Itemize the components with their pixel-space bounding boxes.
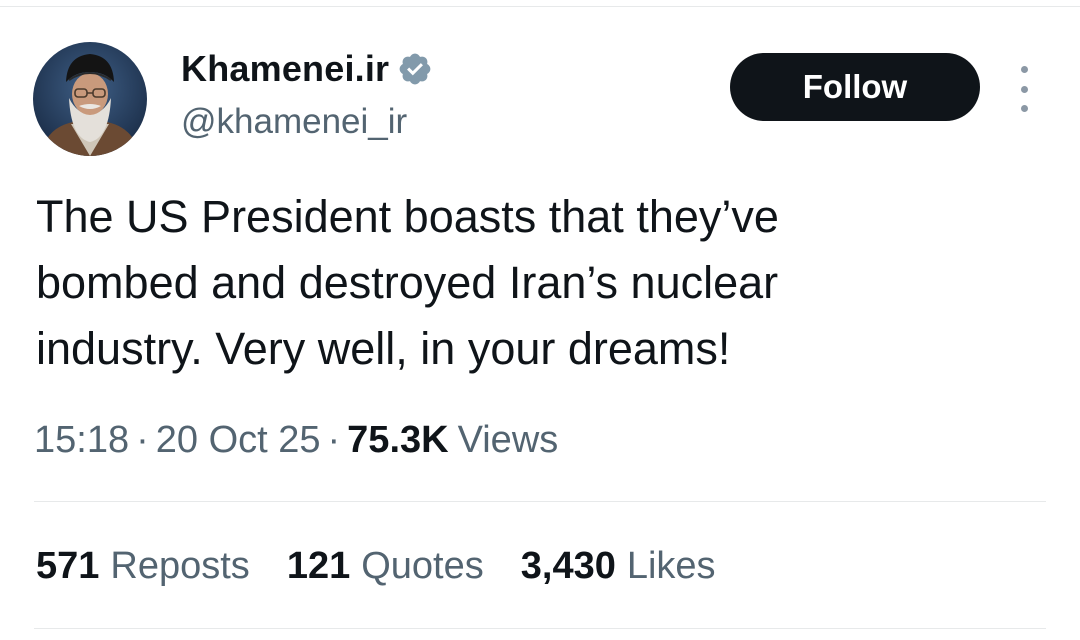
tweet-meta: 15:18 · 20 Oct 25 · 75.3K Views (34, 419, 558, 462)
engagement-stats: 571 Reposts 121 Quotes 3,430 Likes (36, 545, 753, 588)
views-count: 75.3K (347, 419, 449, 461)
author-name-text[interactable]: Khamenei.ir (181, 48, 389, 90)
quotes-stat[interactable]: 121 Quotes (287, 545, 484, 588)
avatar[interactable] (33, 42, 147, 156)
bottom-divider (34, 628, 1046, 629)
author-name[interactable]: Khamenei.ir (181, 48, 433, 90)
quotes-label: Quotes (361, 545, 484, 587)
more-vertical-icon-dot (1020, 85, 1028, 93)
tweet-text: The US President boasts that they’ve bom… (36, 184, 996, 382)
tweet-text-line: The US President boasts that they’ve (36, 191, 779, 242)
avatar-image (33, 42, 147, 156)
reposts-stat[interactable]: 571 Reposts (36, 545, 250, 588)
follow-button[interactable]: Follow (730, 53, 980, 121)
views-label: Views (457, 419, 559, 461)
likes-label: Likes (626, 545, 716, 587)
top-divider (0, 6, 1080, 7)
likes-count: 3,430 (520, 545, 616, 587)
meta-separator: · (136, 419, 149, 461)
tweet-text-line: industry. Very well, in your dreams! (36, 323, 731, 374)
tweet-date[interactable]: 20 Oct 25 (156, 419, 321, 462)
more-options-button[interactable] (1008, 66, 1040, 112)
likes-stat[interactable]: 3,430 Likes (521, 545, 716, 588)
tweet-text-line: bombed and destroyed Iran’s nuclear (36, 257, 779, 308)
meta-separator: · (327, 419, 341, 461)
author-handle[interactable]: @khamenei_ir (181, 102, 407, 142)
stats-divider (34, 501, 1046, 502)
more-vertical-icon-dot (1020, 66, 1028, 73)
quotes-count: 121 (286, 545, 351, 587)
tweet-time[interactable]: 15:18 (34, 419, 129, 462)
reposts-label: Reposts (110, 545, 250, 587)
more-vertical-icon-dot (1020, 105, 1028, 112)
verified-badge-icon (399, 53, 431, 85)
reposts-count: 571 (36, 545, 100, 587)
